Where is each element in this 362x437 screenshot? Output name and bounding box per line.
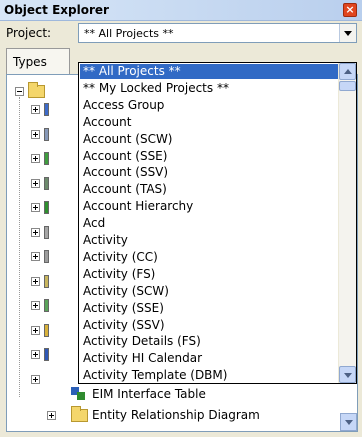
tree-node-icon: [44, 128, 49, 141]
chevron-down-icon: [344, 373, 352, 378]
tree-node-icon: [44, 177, 49, 190]
tab-types[interactable]: Types: [6, 48, 70, 74]
tree-expander[interactable]: [31, 228, 40, 237]
tree-expander[interactable]: [31, 154, 40, 163]
scroll-thumb[interactable]: [339, 81, 356, 91]
scroll-down-button[interactable]: [339, 366, 356, 383]
title-bar: Object Explorer ×: [0, 0, 362, 21]
scroll-up-button[interactable]: [339, 63, 356, 80]
list-item[interactable]: Activity (SSE): [80, 301, 338, 316]
list-item[interactable]: Activity (SCW): [80, 284, 338, 299]
tree-node-icon: [44, 348, 49, 361]
list-item[interactable]: Activity Details (FS): [80, 334, 338, 349]
tree-expander[interactable]: [31, 130, 40, 139]
list-item[interactable]: Activity (SSV): [80, 318, 338, 333]
tab-types-label: Types: [13, 55, 47, 69]
list-item[interactable]: Activity (FS): [80, 267, 338, 282]
list-item[interactable]: Account (SCW): [80, 132, 338, 147]
tree-line: [19, 97, 20, 397]
close-button[interactable]: ×: [343, 3, 357, 17]
tree-expander[interactable]: [31, 350, 40, 359]
tree-expander[interactable]: [31, 105, 40, 114]
close-icon: ×: [345, 3, 355, 16]
project-label: Project:: [6, 26, 52, 40]
tree-node-icon: [44, 152, 49, 165]
tree-node-icon: [44, 103, 49, 116]
list-item[interactable]: Activity (CC): [80, 250, 338, 265]
tree-node-icon: [44, 226, 49, 239]
tree-expander[interactable]: [31, 375, 40, 384]
list-item[interactable]: Access Group: [80, 98, 338, 113]
list-item[interactable]: ** All Projects **: [80, 64, 338, 79]
dropdown-scrollbar[interactable]: [338, 63, 356, 383]
list-item[interactable]: Account: [80, 115, 338, 130]
list-item[interactable]: Account Hierarchy: [80, 199, 338, 214]
project-dropdown-list[interactable]: ** All Projects ** ** My Locked Projects …: [78, 62, 357, 384]
tree-expander[interactable]: [31, 179, 40, 188]
folder-icon: [71, 406, 88, 422]
folder-icon: [28, 82, 45, 98]
tree-expander[interactable]: [31, 301, 40, 310]
tree-item-eim-interface-table[interactable]: EIM Interface Table: [92, 387, 206, 401]
list-item[interactable]: Account (TAS): [80, 182, 338, 197]
tree-expander[interactable]: [31, 203, 40, 212]
chevron-up-icon: [344, 69, 352, 74]
tree-item-entity-relationship-diagram[interactable]: Entity Relationship Diagram: [92, 408, 260, 422]
project-selected-value: ** All Projects **: [84, 27, 174, 40]
tree-node-icon: [44, 201, 49, 214]
window-title: Object Explorer: [4, 3, 109, 17]
chevron-down-icon: [345, 420, 353, 425]
project-select[interactable]: ** All Projects **: [78, 23, 357, 43]
list-item[interactable]: Account (SSE): [80, 149, 338, 164]
list-item[interactable]: Activity HI Calendar: [80, 351, 338, 366]
tree-expander[interactable]: [31, 277, 40, 286]
list-item[interactable]: Account (SSV): [80, 165, 338, 180]
tree-scroll-down-button[interactable]: [340, 413, 357, 431]
table-icon: [71, 387, 87, 401]
tree-expander[interactable]: [47, 411, 56, 420]
list-item[interactable]: Activity Template (DBM): [80, 368, 338, 383]
list-item[interactable]: ** My Locked Projects **: [80, 81, 338, 96]
chevron-down-icon: [344, 31, 352, 36]
tree-node-icon: [44, 324, 49, 337]
tree-node-icon: [44, 250, 49, 263]
list-item[interactable]: Activity: [80, 233, 338, 248]
list-item[interactable]: Acd: [80, 216, 338, 231]
tree-node-icon: [44, 275, 49, 288]
tree-expander[interactable]: [31, 252, 40, 261]
tree-node-icon: [44, 299, 49, 312]
project-dropdown-button[interactable]: [339, 24, 356, 42]
tree-expander[interactable]: [31, 326, 40, 335]
root-expander[interactable]: [15, 87, 24, 96]
